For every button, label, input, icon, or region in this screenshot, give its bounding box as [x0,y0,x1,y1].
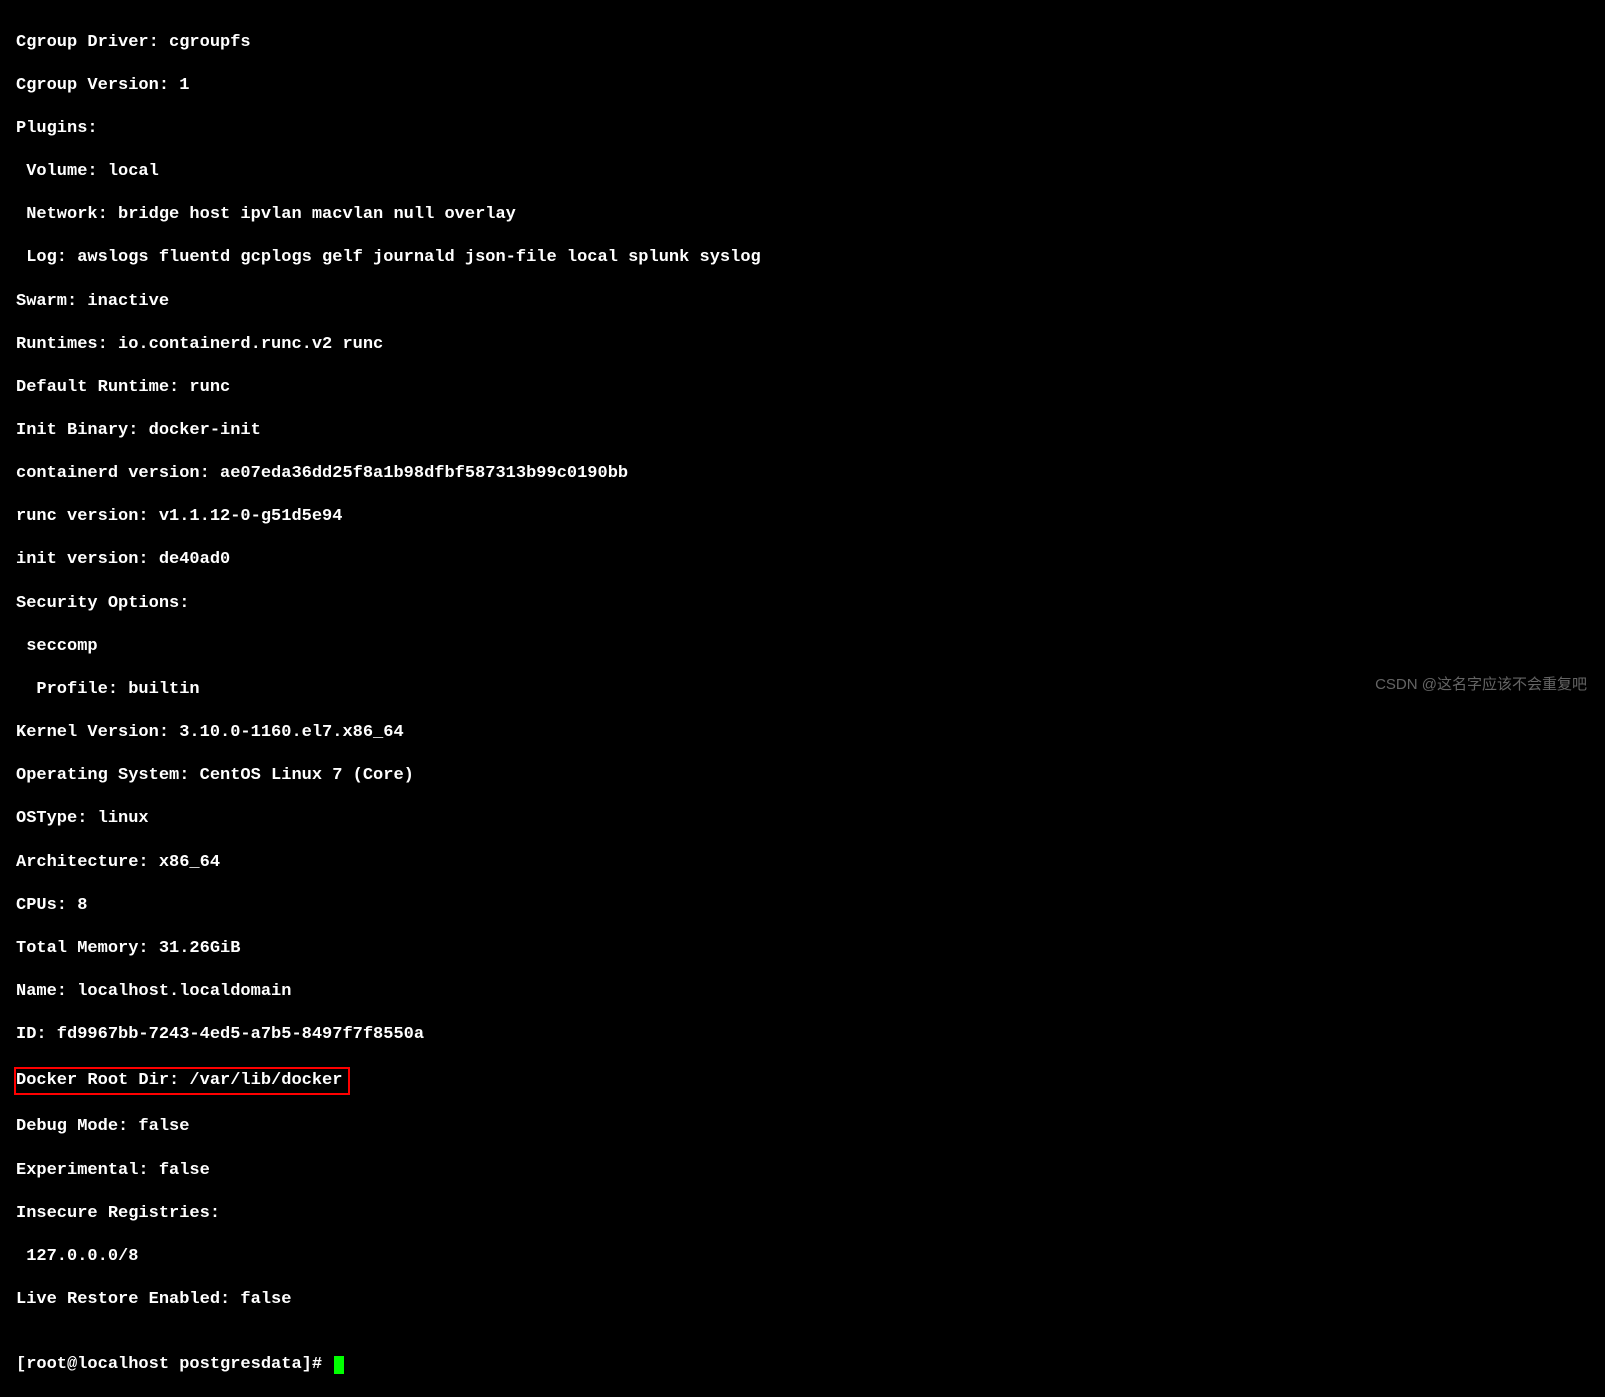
output-line: Operating System: CentOS Linux 7 (Core) [16,765,1589,787]
output-line: Experimental: false [16,1160,1589,1182]
output-line: Cgroup Version: 1 [16,75,1589,97]
docker-root-dir-highlight: Docker Root Dir: /var/lib/docker [14,1067,350,1095]
output-line: runc version: v1.1.12-0-g51d5e94 [16,506,1589,528]
output-line: Runtimes: io.containerd.runc.v2 runc [16,334,1589,356]
output-line: init version: de40ad0 [16,549,1589,571]
output-line: Plugins: [16,118,1589,140]
watermark-text: CSDN @这名字应该不会重复吧 [1375,675,1587,694]
output-line: Kernel Version: 3.10.0-1160.el7.x86_64 [16,722,1589,744]
output-line: seccomp [16,636,1589,658]
output-line: Log: awslogs fluentd gcplogs gelf journa… [16,247,1589,269]
output-line: 127.0.0.0/8 [16,1246,1589,1268]
output-line: CPUs: 8 [16,895,1589,917]
output-line: Profile: builtin [16,679,1589,701]
output-line: Architecture: x86_64 [16,852,1589,874]
output-line: Total Memory: 31.26GiB [16,938,1589,960]
output-line: Init Binary: docker-init [16,420,1589,442]
cursor-icon [334,1356,344,1374]
terminal-output: Cgroup Driver: cgroupfs Cgroup Version: … [16,10,1589,1397]
output-line: Debug Mode: false [16,1116,1589,1138]
output-line: Insecure Registries: [16,1203,1589,1225]
output-line: Cgroup Driver: cgroupfs [16,32,1589,54]
prompt-line[interactable]: [root@localhost postgresdata]# [16,1354,1589,1376]
output-line: Volume: local [16,161,1589,183]
output-line: ID: fd9967bb-7243-4ed5-a7b5-8497f7f8550a [16,1024,1589,1046]
output-line: Live Restore Enabled: false [16,1289,1589,1311]
shell-prompt: [root@localhost postgresdata]# [16,1355,332,1374]
output-line: Security Options: [16,593,1589,615]
output-line: Name: localhost.localdomain [16,981,1589,1003]
output-line: Network: bridge host ipvlan macvlan null… [16,204,1589,226]
output-line: Swarm: inactive [16,291,1589,313]
output-line: OSType: linux [16,808,1589,830]
highlighted-line: Docker Root Dir: /var/lib/docker [16,1067,1589,1095]
output-line: Default Runtime: runc [16,377,1589,399]
output-line: containerd version: ae07eda36dd25f8a1b98… [16,463,1589,485]
